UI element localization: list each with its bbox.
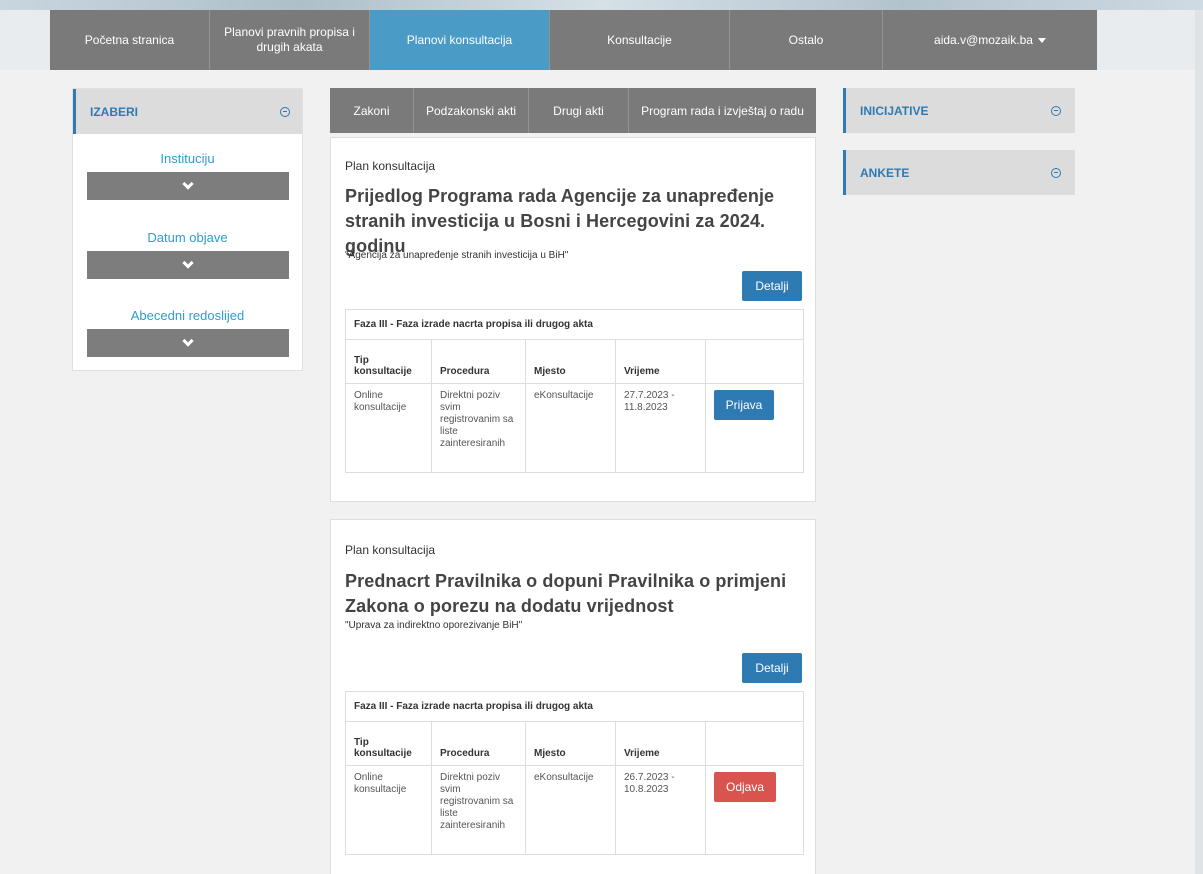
table-header-row: Tip konsultacije Procedura Mjesto Vrijem… [346, 340, 803, 384]
panel-title: ANKETE [860, 165, 910, 180]
cell-action: Prijava [706, 384, 803, 472]
filter-panel: IZABERI Instituciju Datum objave Abecedn… [72, 88, 303, 371]
filter-label: Instituciju [160, 151, 215, 166]
filter-abecedni-dropdown[interactable] [86, 329, 289, 357]
filter-label: Datum objave [147, 230, 228, 245]
nav-ostalo[interactable]: Ostalo [730, 10, 883, 70]
chevron-down-icon [181, 257, 194, 269]
nav-left-spacer [0, 10, 50, 70]
register-button[interactable]: Prijava [714, 390, 774, 420]
filter-label: Abecedni redoslijed [130, 308, 245, 323]
cell-mjesto: eKonsultacije [526, 766, 616, 854]
nav-pocetna[interactable]: Početna stranica [50, 10, 210, 70]
panel-title: INICIJATIVE [860, 103, 929, 118]
column-header-empty [706, 340, 803, 383]
card-organization: "Agencija za unapređenje stranih investi… [345, 250, 569, 261]
cell-mjesto: eKonsultacije [526, 384, 616, 472]
nav-label: Planovi konsultacija [406, 32, 513, 47]
tab-label: Podzakonski akti [425, 103, 517, 118]
table-row: Online konsultacije Direktni poziv svim … [346, 766, 803, 854]
tab-label: Zakoni [353, 103, 390, 118]
nav-label: Ostalo [788, 32, 824, 47]
column-header: Tip konsultacije [346, 722, 432, 765]
nav-user-menu[interactable]: aida.v@mozaik.ba [883, 10, 1097, 70]
consultation-card: Plan konsultacija Prednacrt Pravilnika o… [330, 519, 816, 874]
caret-down-icon [1037, 37, 1046, 43]
main-nav: Početna stranica Planovi pravnih propisa… [50, 10, 1097, 70]
act-type-tabs: Zakoni Podzakonski akti Drugi akti Progr… [330, 88, 816, 133]
page-right-edge [1195, 10, 1203, 874]
nav-label: Planovi pravnih propisa i drugih akata [224, 25, 355, 54]
cell-vrijeme: 26.7.2023 - 10.8.2023 [616, 766, 706, 854]
collapse-circle-icon[interactable] [1051, 167, 1061, 178]
cell-procedura: Direktni poziv svim registrovanim sa lis… [432, 766, 526, 854]
cell-procedura: Direktni poziv svim registrovanim sa lis… [432, 384, 526, 472]
tab-zakoni[interactable]: Zakoni [330, 88, 414, 133]
consultation-table: Faza III - Faza izrade nacrta propisa il… [345, 691, 804, 855]
nav-label: Početna stranica [84, 32, 175, 47]
column-header: Mjesto [526, 340, 616, 383]
card-type: Plan konsultacija [345, 159, 436, 173]
filter-abecedni: Abecedni redoslijed [73, 308, 302, 357]
chevron-down-icon [181, 178, 194, 190]
column-header: Procedura [432, 722, 526, 765]
card-title[interactable]: Prijedlog Programa rada Agencije za unap… [345, 184, 815, 259]
nav-label: Konsultacije [607, 32, 672, 47]
column-header: Vrijeme [616, 340, 706, 383]
consultation-table: Faza III - Faza izrade nacrta propisa il… [345, 309, 804, 473]
phase-label: Faza III - Faza izrade nacrta propisa il… [346, 310, 803, 340]
tab-drugi-akti[interactable]: Drugi akti [529, 88, 629, 133]
filter-datum-dropdown[interactable] [86, 251, 289, 279]
filter-datum: Datum objave [73, 230, 302, 279]
card-title[interactable]: Prednacrt Pravilnika o dopuni Pravilnika… [345, 569, 815, 619]
unregister-button[interactable]: Odjava [714, 772, 776, 802]
filter-panel-header[interactable]: IZABERI [73, 89, 302, 134]
consultation-card: Plan konsultacija Prijedlog Programa rad… [330, 137, 816, 502]
tab-label: Program rada i izvještaj o radu [641, 103, 804, 118]
column-header-empty [706, 722, 803, 765]
details-button[interactable]: Detalji [742, 271, 802, 301]
details-button[interactable]: Detalji [742, 653, 802, 683]
nav-planovi-propisa[interactable]: Planovi pravnih propisa i drugih akata [210, 10, 370, 70]
collapse-circle-icon[interactable] [1051, 105, 1061, 116]
tab-label: Drugi akti [553, 103, 604, 118]
chevron-down-icon [181, 335, 194, 347]
user-email: aida.v@mozaik.ba [934, 32, 1033, 47]
card-organization: "Uprava za indirektno oporezivanje BiH" [345, 620, 523, 631]
surveys-panel-header[interactable]: ANKETE [843, 150, 1075, 195]
nav-konsultacije[interactable]: Konsultacije [550, 10, 730, 70]
cell-tip: Online konsultacije [346, 766, 432, 854]
table-row: Online konsultacije Direktni poziv svim … [346, 384, 803, 472]
initiatives-panel-header[interactable]: INICIJATIVE [843, 88, 1075, 133]
card-type: Plan konsultacija [345, 543, 436, 557]
nav-right-spacer [1097, 10, 1195, 70]
column-header: Procedura [432, 340, 526, 383]
header-background-strip [0, 0, 1203, 10]
phase-label: Faza III - Faza izrade nacrta propisa il… [346, 692, 803, 722]
cell-action: Odjava [706, 766, 803, 854]
cell-tip: Online konsultacije [346, 384, 432, 472]
filter-institucija-dropdown[interactable] [86, 172, 289, 200]
filter-panel-title: IZABERI [90, 104, 138, 119]
table-header-row: Tip konsultacije Procedura Mjesto Vrijem… [346, 722, 803, 766]
collapse-circle-icon[interactable] [280, 106, 290, 117]
column-header: Tip konsultacije [346, 340, 432, 383]
cell-vrijeme: 27.7.2023 - 11.8.2023 [616, 384, 706, 472]
nav-planovi-konsultacija[interactable]: Planovi konsultacija [370, 10, 550, 70]
filter-institucija: Instituciju [73, 151, 302, 200]
tab-podzakonski-akti[interactable]: Podzakonski akti [414, 88, 529, 133]
column-header: Mjesto [526, 722, 616, 765]
column-header: Vrijeme [616, 722, 706, 765]
tab-program-rada[interactable]: Program rada i izvještaj o radu [629, 88, 816, 133]
